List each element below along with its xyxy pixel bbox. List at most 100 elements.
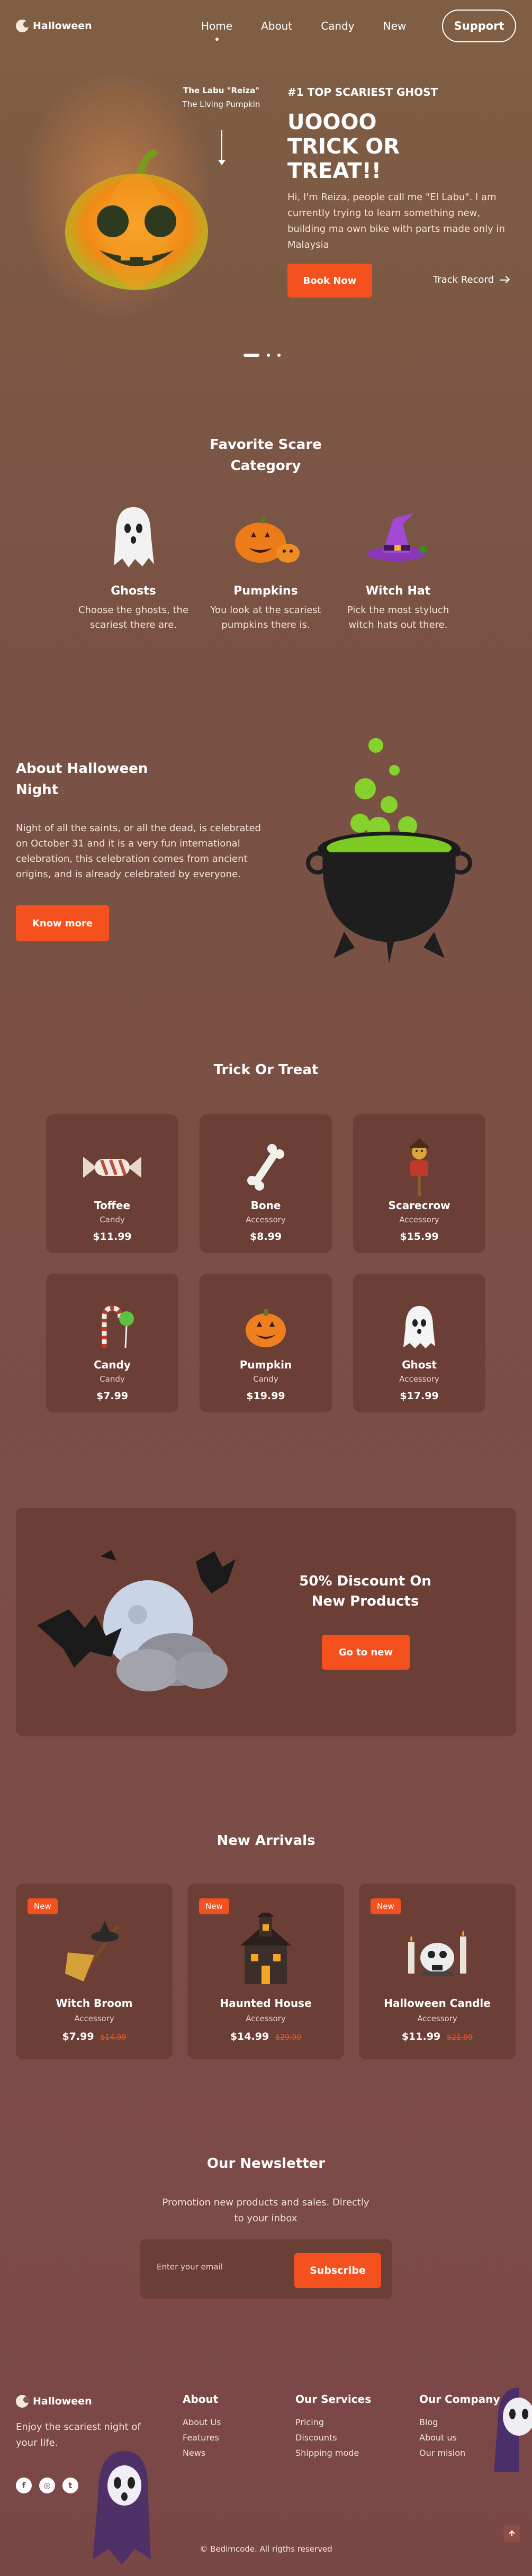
social-links: f ◎ t [16,2478,78,2493]
page: { "brand": { "name": "Halloween" }, "nav… [0,0,532,2576]
footer-link[interactable]: Discounts [295,2433,371,2443]
track-record-label: Track Record [433,274,494,285]
brand-name: Halloween [33,20,92,32]
product-card-bone[interactable]: Bone Accessory $8.99 [200,1114,332,1253]
arrival-name: Haunted House [220,1997,312,2010]
brand-logo[interactable]: Halloween [16,20,92,32]
product-name: Scarecrow [388,1199,450,1212]
footer-logo[interactable]: Halloween [16,2395,92,2408]
category-card-pumpkins[interactable]: Pumpkins You look at the scariest pumpki… [202,498,329,633]
candle-icon [359,1910,516,1989]
product-name: Bone [250,1199,281,1212]
arrival-prices: $14.99 $29.99 [187,2031,344,2042]
product-price: $17.99 [400,1390,439,1402]
product-card-candy[interactable]: Candy Candy $7.99 [46,1274,178,1412]
moon-bats-image [37,1550,236,1691]
new-arrivals-title: New Arrivals [217,1833,315,1849]
haunted-house-icon [187,1910,344,1989]
new-badge: New [199,1898,229,1914]
footer-link[interactable]: News [183,2448,221,2458]
footer-link[interactable]: Pricing [295,2417,371,2427]
category-description: Pick the most styluch witch hats out the… [347,605,449,631]
hero-title: UOOOO TRICK OR TREAT!! [287,110,400,183]
hero-pumpkin-image [65,148,208,290]
hero-description: Hi, I'm Reiza, people call me "El Labu".… [287,192,505,250]
new-badge: New [28,1898,58,1914]
product-card-toffee[interactable]: Toffee Candy $11.99 [46,1114,178,1253]
footer-brand-name: Halloween [33,2395,92,2407]
instagram-icon[interactable]: ◎ [39,2478,55,2493]
footer-link[interactable]: Blog [419,2417,500,2427]
track-record-link[interactable]: Track Record [433,274,508,285]
product-name: Toffee [94,1199,131,1212]
product-price: $19.99 [246,1390,285,1402]
moon-icon [16,20,30,32]
product-category: Accessory [246,1215,286,1224]
arrival-category: Accessory [417,2014,457,2023]
product-card-ghost[interactable]: Ghost Accessory $17.99 [353,1274,485,1412]
product-name: Ghost [402,1358,437,1371]
footer-link[interactable]: About us [419,2433,500,2443]
scroll-to-top-button[interactable] [503,2525,520,2542]
carousel-dot-active[interactable] [244,354,259,357]
email-input[interactable] [157,2256,278,2277]
go-to-new-button[interactable]: Go to new [322,1635,410,1670]
arrival-price: $14.99 [230,2031,269,2042]
new-badge: New [371,1898,401,1914]
product-category: Accessory [399,1374,439,1384]
caption-arrow-icon [218,130,226,165]
product-card-scarecrow[interactable]: Scarecrow Accessory $15.99 [353,1114,485,1253]
product-card-pumpkin[interactable]: Pumpkin Candy $19.99 [200,1274,332,1412]
nav-item-home[interactable]: Home [201,20,232,32]
know-more-button[interactable]: Know more [16,905,109,941]
moon-icon [16,2395,30,2408]
bone-icon [200,1136,332,1199]
category-section-title: Favorite Scare Category [210,437,322,474]
carousel-dot[interactable] [267,354,270,357]
about-title: About Halloween Night [16,761,148,798]
footer-link[interactable]: Our mision [419,2448,500,2458]
broom-icon [16,1910,173,1989]
book-now-button[interactable]: Book Now [287,264,372,298]
twitter-icon[interactable]: t [62,2478,78,2493]
footer-link[interactable]: About Us [183,2417,221,2427]
nav-links: Home About Candy New [201,20,406,32]
carousel-dot[interactable] [277,354,281,357]
footer-link[interactable]: Features [183,2433,221,2443]
category-card-ghosts[interactable]: Ghosts Choose the ghosts, the scariest t… [70,498,197,633]
arrival-category: Accessory [74,2014,114,2023]
trick-or-treat-title: Trick Or Treat [213,1062,319,1078]
arrival-card-witch-broom[interactable]: New Witch Broom Accessory $7.99 $14.99 [16,1884,173,2059]
facebook-icon[interactable]: f [16,2478,32,2493]
subscribe-button[interactable]: Subscribe [294,2253,381,2288]
arrival-old-price: $14.99 [100,2033,127,2042]
product-category: Candy [100,1374,125,1384]
nav-item-about[interactable]: About [261,20,292,32]
support-button[interactable]: Support [442,10,516,42]
arrival-price: $11.99 [401,2031,441,2042]
category-card-witch-hat[interactable]: Witch Hat Pick the most styluch witch ha… [335,498,462,633]
nav-item-candy[interactable]: Candy [321,20,354,32]
arrival-category: Accessory [246,2014,286,2023]
pumpkin-icon [202,498,329,577]
scarecrow-icon [353,1136,485,1199]
nav-item-new[interactable]: New [383,20,407,32]
arrival-card-halloween-candle[interactable]: New Halloween Candle Accessory $11.99 $2… [359,1884,516,2059]
pumpkin-caption-title: The Labu "Reiza" [183,86,259,95]
arrival-name: Witch Broom [56,1997,133,2010]
footer-link[interactable]: Shipping mode [295,2448,371,2458]
discount-title: 50% Discount On New Products [299,1573,431,1609]
candy-icon [46,1295,178,1358]
pumpkin-caption: The Labu "Reiza" The Living Pumpkin [168,86,274,109]
footer-column-title: Our Services [295,2393,372,2406]
pumpkin-caption-subtitle: The Living Pumpkin [182,100,260,109]
product-price: $8.99 [249,1231,282,1242]
arrow-up-icon [509,2530,515,2536]
arrival-card-haunted-house[interactable]: New Haunted House Accessory $14.99 $29.9… [187,1884,344,2059]
carousel-dots [244,354,281,357]
footer-column-services: Our Services Pricing Discounts Shipping … [295,2393,371,2463]
category-name: Pumpkins [233,584,298,598]
product-category: Accessory [399,1215,439,1224]
cauldron-image [306,738,472,963]
product-category: Candy [253,1374,278,1384]
